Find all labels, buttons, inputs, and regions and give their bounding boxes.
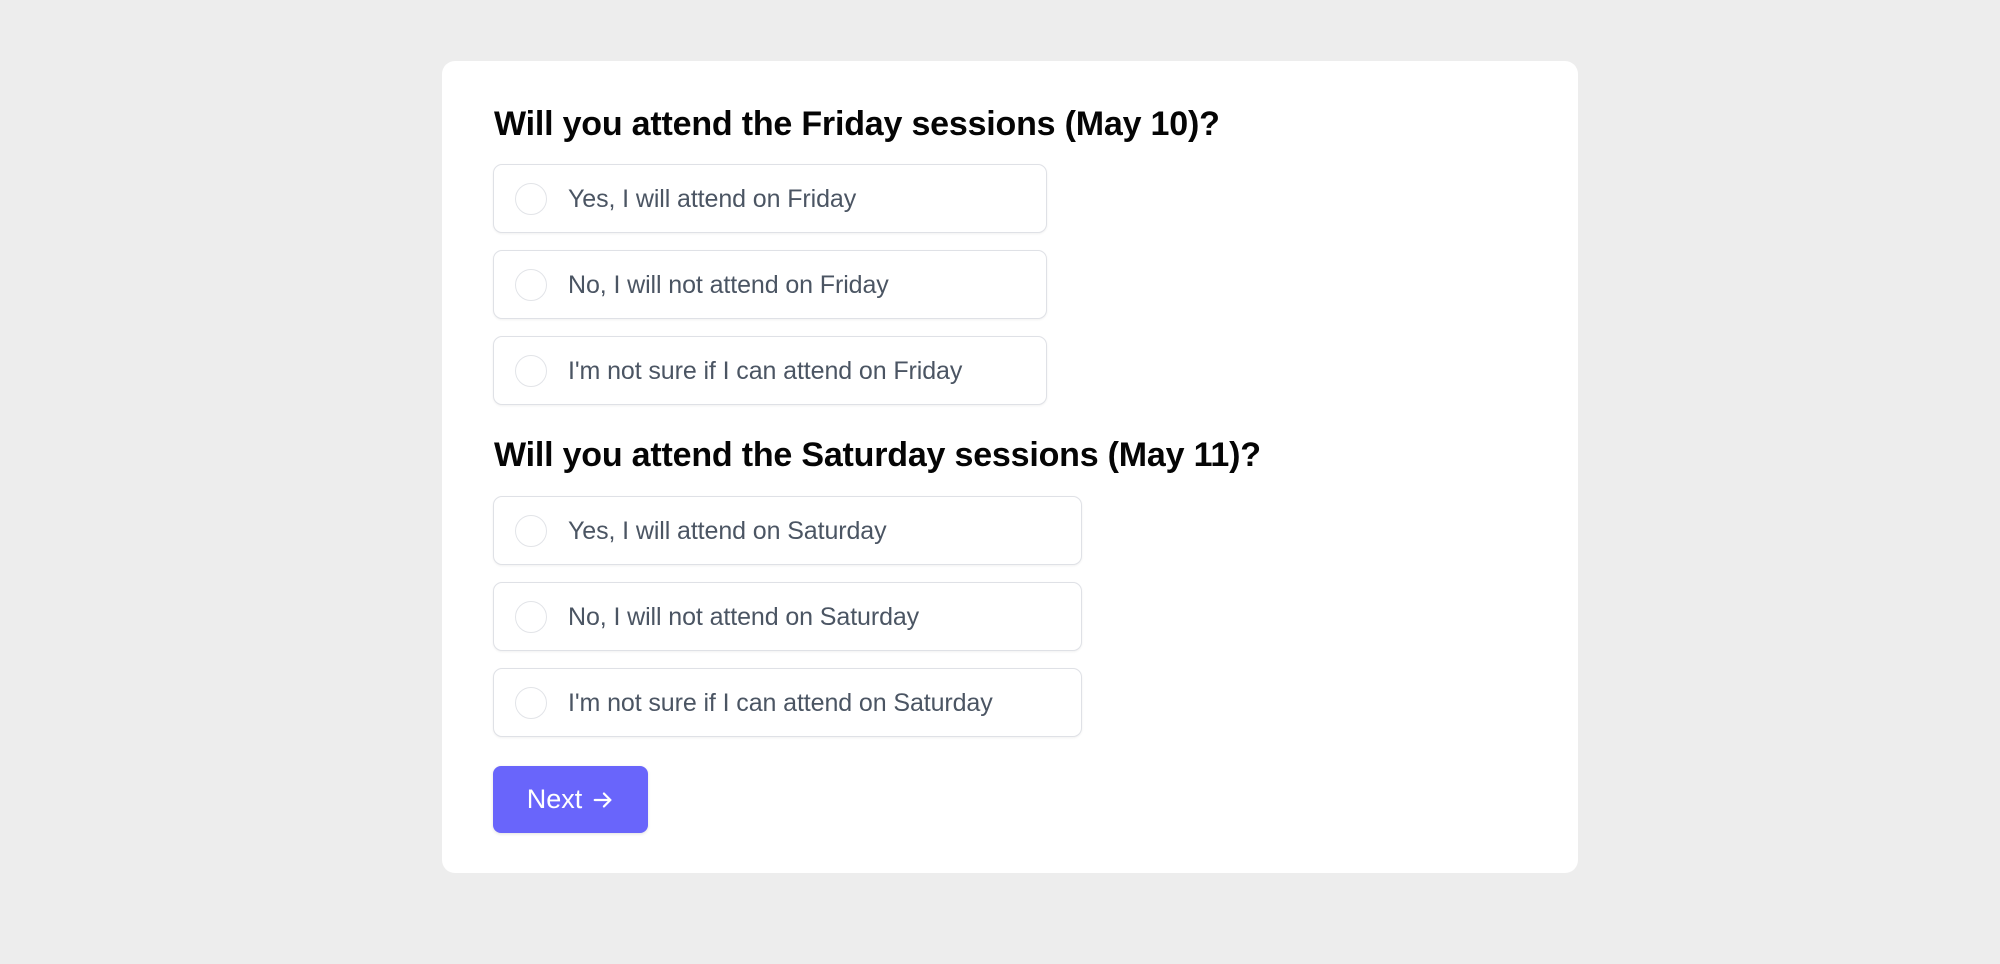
option-label: I'm not sure if I can attend on Friday [568,356,963,385]
option-friday-yes[interactable]: Yes, I will attend on Friday [493,164,1047,233]
option-label: No, I will not attend on Friday [568,270,889,299]
survey-card: Will you attend the Friday sessions (May… [442,61,1578,873]
radio-button[interactable] [515,268,547,301]
radio-button[interactable] [515,514,547,547]
radio-button[interactable] [515,686,547,719]
arrow-right-icon [593,791,612,808]
option-friday-unsure[interactable]: I'm not sure if I can attend on Friday [493,336,1047,405]
radio-button[interactable] [515,600,547,633]
option-label: I'm not sure if I can attend on Saturday [568,688,993,717]
radio-button[interactable] [515,354,547,387]
option-label: Yes, I will attend on Friday [568,184,857,213]
question-friday-title: Will you attend the Friday sessions (May… [494,105,1220,143]
question-saturday-title: Will you attend the Saturday sessions (M… [494,436,1261,474]
option-saturday-unsure[interactable]: I'm not sure if I can attend on Saturday [493,668,1082,737]
next-button-label: Next [526,784,583,814]
radio-button[interactable] [515,182,547,215]
option-label: No, I will not attend on Saturday [568,602,920,631]
option-saturday-yes[interactable]: Yes, I will attend on Saturday [493,496,1082,565]
next-button[interactable]: Next [493,766,648,833]
option-friday-no[interactable]: No, I will not attend on Friday [493,250,1047,319]
option-saturday-no[interactable]: No, I will not attend on Saturday [493,582,1082,651]
option-label: Yes, I will attend on Saturday [568,516,887,545]
